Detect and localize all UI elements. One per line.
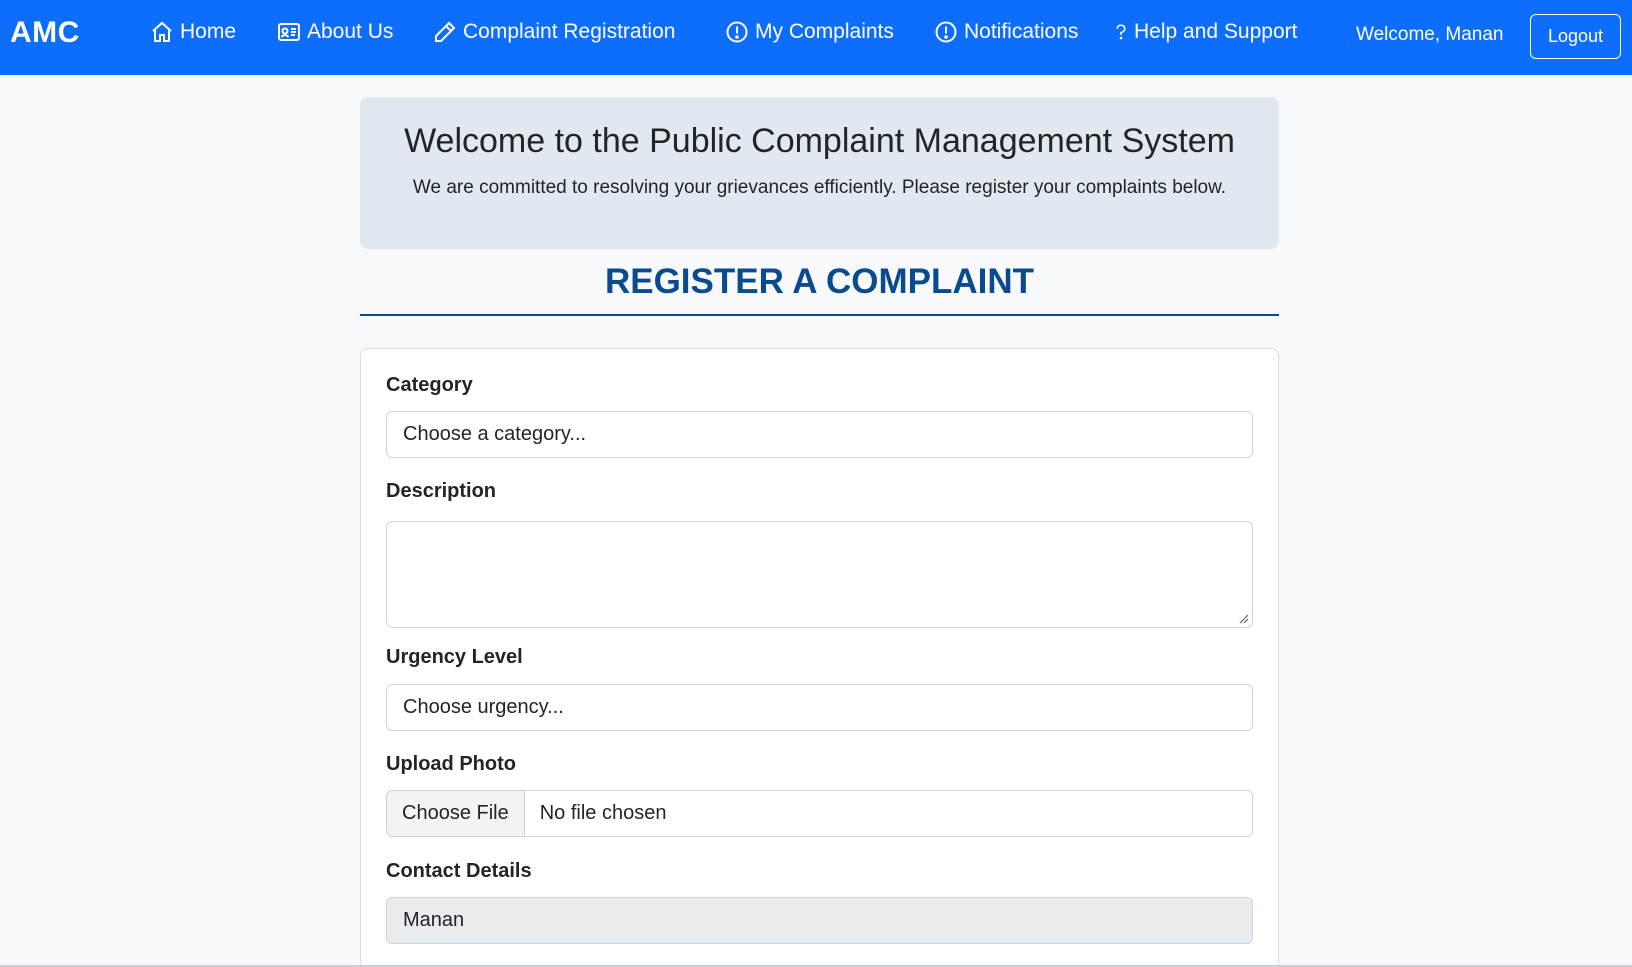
welcome-user-text: Welcome, Manan [1356, 24, 1504, 45]
logout-button[interactable]: Logout [1530, 14, 1621, 59]
register-heading: REGISTER A COMPLAINT [604, 262, 1035, 301]
home-icon [152, 21, 172, 42]
nav-complaint-registration-label: Complaint Registration [463, 20, 676, 43]
welcome-banner: Welcome to the Public Complaint Manageme… [360, 97, 1279, 249]
nav-help-and-support-label: Help and Support [1134, 20, 1298, 43]
nav-about-us[interactable]: About Us [277, 20, 393, 44]
contact-details-value: Manan [403, 909, 465, 931]
urgency-select-value: Choose urgency... [403, 696, 564, 718]
contact-details-field: Manan [386, 897, 1253, 944]
exclamation-circle-icon [935, 21, 957, 43]
description-label: Description [386, 480, 497, 502]
brand-logo[interactable]: AMC [10, 16, 80, 50]
banner-subtitle: We are committed to resolving your griev… [412, 177, 1227, 198]
nav-help-and-support[interactable]: Help and Support [1112, 20, 1297, 44]
nav-notifications[interactable]: Notifications [934, 20, 1078, 44]
nav-home-label: Home [180, 20, 237, 43]
category-label: Category [386, 374, 473, 396]
question-icon [1116, 24, 1126, 40]
nav-about-us-label: About Us [307, 20, 394, 43]
nav-home[interactable]: Home [150, 20, 236, 44]
pencil-icon [435, 21, 456, 42]
choose-file-button[interactable]: Choose File [387, 791, 525, 836]
urgency-label: Urgency Level [386, 646, 523, 668]
nav-my-complaints[interactable]: My Complaints [725, 20, 894, 44]
urgency-select[interactable]: Choose urgency... [386, 684, 1253, 731]
resize-handle-icon[interactable] [1239, 614, 1249, 624]
upload-photo-label: Upload Photo [386, 753, 516, 775]
category-select-value: Choose a category... [403, 423, 587, 445]
heading-divider [360, 314, 1279, 316]
description-textarea[interactable] [386, 521, 1253, 628]
nav-notifications-label: Notifications [964, 20, 1079, 43]
file-status-text: No file chosen [539, 802, 667, 824]
photo-file-input[interactable]: Choose File No file chosen [386, 790, 1253, 837]
category-select[interactable]: Choose a category... [386, 411, 1253, 458]
nav-my-complaints-label: My Complaints [755, 20, 894, 43]
top-navbar: AMC Home About Us Complaint Registration… [0, 0, 1632, 75]
nav-complaint-registration[interactable]: Complaint Registration [433, 20, 675, 44]
id-card-icon [278, 23, 300, 41]
exclamation-circle-icon [726, 21, 748, 43]
contact-details-label: Contact Details [386, 860, 532, 882]
banner-title: Welcome to the Public Complaint Manageme… [404, 122, 1235, 160]
